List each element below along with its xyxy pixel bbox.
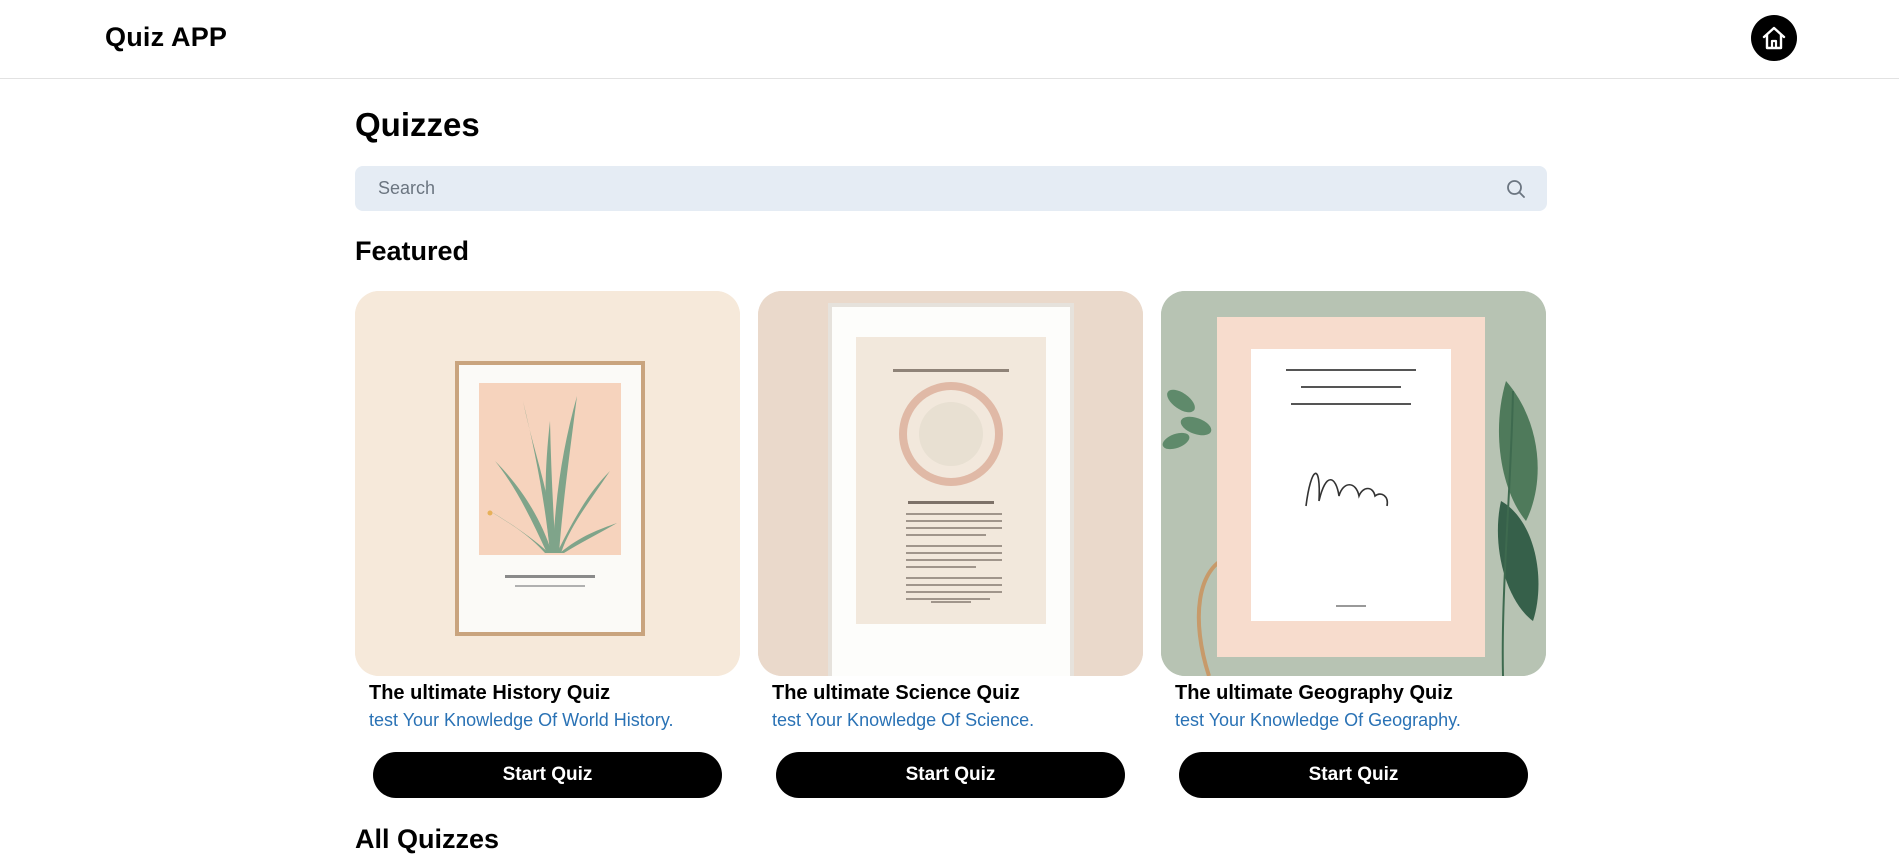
quiz-card-geography: The ultimate Geography Quiz test Your Kn…: [1161, 291, 1546, 798]
quiz-card-title: The ultimate Science Quiz: [772, 682, 1020, 704]
quiz-card-image: [758, 291, 1143, 676]
quiz-card-title: The ultimate Geography Quiz: [1175, 682, 1453, 704]
search-icon[interactable]: [1505, 178, 1527, 200]
script-print-image: [1161, 291, 1546, 676]
page-title: Quizzes: [355, 106, 480, 143]
start-quiz-button-science[interactable]: Start Quiz: [776, 752, 1125, 798]
featured-heading: Featured: [355, 236, 470, 266]
quiz-card-science: The ultimate Science Quiz test Your Know…: [758, 291, 1143, 798]
plant-print-image: [355, 291, 740, 676]
home-icon: [1762, 26, 1786, 50]
search-bar: [355, 166, 1547, 211]
search-input[interactable]: [355, 166, 1495, 211]
app-title: Quiz APP: [105, 22, 228, 52]
all-quizzes-heading: All Quizzes: [355, 824, 500, 854]
quiz-card-image: [1161, 291, 1546, 676]
quiz-card-title: The ultimate History Quiz: [369, 682, 611, 704]
start-quiz-button-geography[interactable]: Start Quiz: [1179, 752, 1528, 798]
quiz-card-description: test Your Knowledge Of Geography.: [1175, 710, 1461, 730]
quiz-card-image: [355, 291, 740, 676]
start-quiz-button-history[interactable]: Start Quiz: [373, 752, 722, 798]
top-navbar: Quiz APP: [0, 0, 1899, 79]
quiz-card-history: The ultimate History Quiz test Your Know…: [355, 291, 740, 798]
circle-print-image: [758, 291, 1143, 676]
quiz-card-description: test Your Knowledge Of Science.: [772, 710, 1035, 730]
home-button[interactable]: [1751, 15, 1797, 61]
quiz-card-description: test Your Knowledge Of World History.: [369, 710, 674, 730]
